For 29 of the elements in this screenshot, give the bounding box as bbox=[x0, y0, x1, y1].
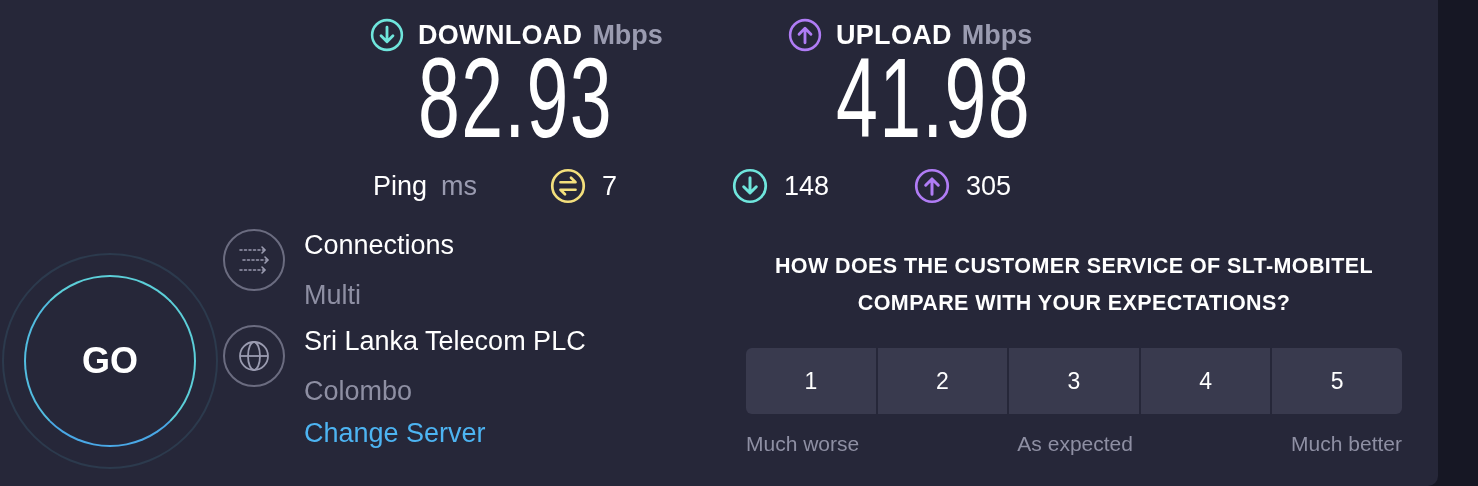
ping-value: 148 bbox=[784, 170, 831, 202]
info-title: Sri Lanka Telecom PLC bbox=[304, 326, 586, 356]
speed-value: 41.98 bbox=[836, 52, 1031, 144]
info-subtitle: Multi bbox=[304, 280, 362, 310]
ping-value: 305 bbox=[966, 170, 1013, 202]
rating-button[interactable]: 2 bbox=[877, 348, 1008, 414]
unit-label: Mbps bbox=[592, 19, 663, 51]
unit-label: ms bbox=[441, 170, 478, 202]
globe-icon bbox=[222, 324, 286, 388]
info-subtitle: Colombo bbox=[304, 376, 414, 406]
scale-label: As expected bbox=[1017, 432, 1133, 456]
connections-icon bbox=[222, 228, 286, 292]
two-way-arrows-icon bbox=[550, 168, 587, 204]
speed-label: DOWNLOAD bbox=[418, 19, 583, 51]
survey-question: HOW DOES THE CUSTOMER SERVICE OF SLT-MOBITEL COMPARE WITH YOUR EXPECTATIONS? bbox=[773, 253, 1375, 317]
info-title: Connections bbox=[304, 230, 455, 260]
speed-value: 82.93 bbox=[418, 52, 613, 144]
rating-button[interactable]: 4 bbox=[1140, 348, 1271, 414]
ping-label: Ping bbox=[373, 170, 428, 202]
change-server-link[interactable]: Change Server bbox=[304, 418, 586, 448]
rating-button[interactable]: 5 bbox=[1272, 348, 1402, 414]
scale-label: Much better bbox=[1291, 432, 1402, 456]
speed-label: UPLOAD bbox=[836, 19, 952, 51]
scale-label: Much worse bbox=[746, 432, 860, 456]
go-button[interactable]: GO bbox=[24, 275, 196, 447]
unit-label: Mbps bbox=[961, 19, 1033, 51]
ping-value: 7 bbox=[602, 170, 619, 202]
rating-button[interactable]: 1 bbox=[746, 348, 876, 414]
rating-button[interactable]: 3 bbox=[1009, 348, 1139, 414]
